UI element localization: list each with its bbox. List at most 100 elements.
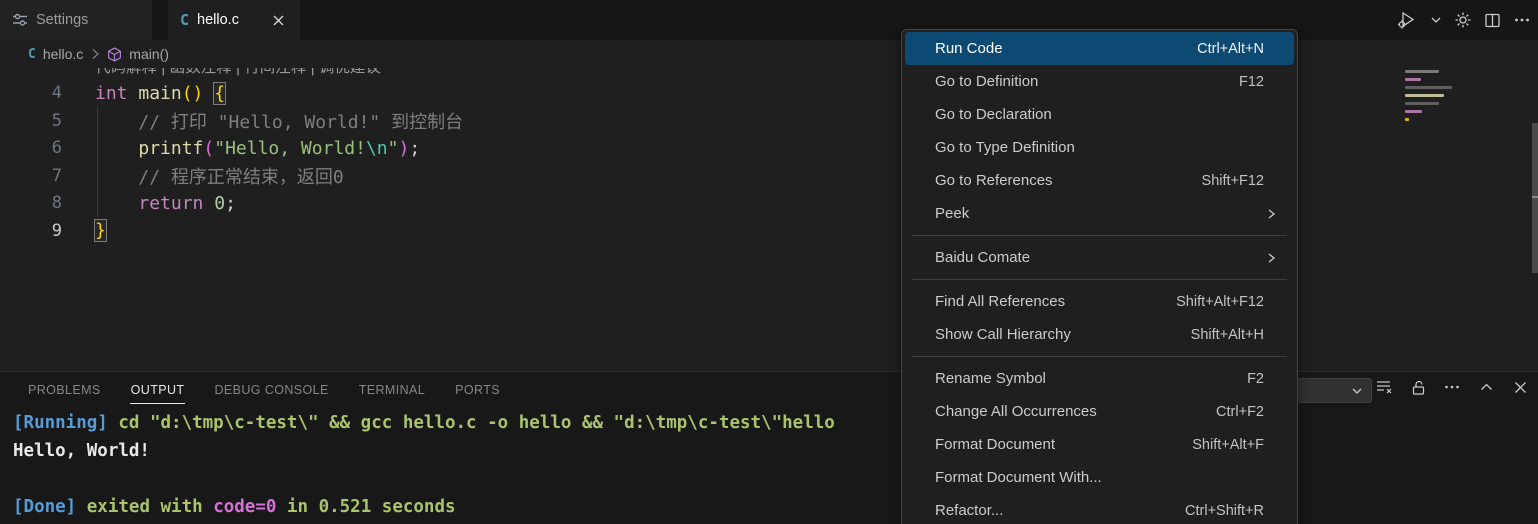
bottom-panel: PROBLEMS OUTPUT DEBUG CONSOLE TERMINAL PORTS xyxy=(0,371,1538,524)
code-line-5[interactable]: 5 // 打印 "Hello, World!" 到控制台 xyxy=(0,107,1538,135)
editor-scrollbar[interactable] xyxy=(1532,123,1538,273)
panel-tab-ports[interactable]: PORTS xyxy=(454,375,501,403)
menu-item-show-call-hierarchy[interactable]: Show Call HierarchyShift+Alt+H xyxy=(905,318,1294,351)
run-dropdown-chevron-icon[interactable] xyxy=(1427,7,1445,33)
menu-item-format-document[interactable]: Format DocumentShift+Alt+F xyxy=(905,428,1294,461)
line-text: // 打印 "Hello, World!" 到控制台 xyxy=(62,108,463,134)
minimap-line xyxy=(1405,110,1422,113)
line-text: } xyxy=(62,220,106,241)
breadcrumb-symbol[interactable]: main() xyxy=(129,46,169,62)
menu-separator xyxy=(912,356,1287,357)
minimap-line xyxy=(1405,94,1444,97)
menu-item-shortcut: Ctrl+F2 xyxy=(1216,404,1264,420)
code-line-8[interactable]: 8 return 0; xyxy=(0,190,1538,218)
code-line-9[interactable]: 9} xyxy=(0,217,1538,245)
panel-tab-output[interactable]: OUTPUT xyxy=(130,375,186,404)
menu-item-shortcut: Shift+Alt+F12 xyxy=(1176,294,1264,310)
breadcrumb-file[interactable]: hello.c xyxy=(43,46,83,62)
code-token: () xyxy=(182,83,204,104)
more-actions-icon[interactable] xyxy=(1510,7,1534,33)
minimap-line xyxy=(1405,102,1439,105)
code-token xyxy=(203,83,214,104)
menu-item-go-to-type-definition[interactable]: Go to Type Definition xyxy=(905,131,1294,164)
output-token: cd "d:\tmp\c-test\" && gcc hello.c -o he… xyxy=(118,413,834,433)
code-token: main xyxy=(138,83,181,104)
code-token: printf xyxy=(138,138,203,159)
minimap[interactable] xyxy=(1405,70,1465,126)
code-token: ; xyxy=(409,138,420,159)
menu-item-shortcut: F12 xyxy=(1239,74,1264,90)
menu-item-label: Peek xyxy=(935,205,969,222)
menu-item-go-to-references[interactable]: Go to ReferencesShift+F12 xyxy=(905,164,1294,197)
menu-item-go-to-definition[interactable]: Go to DefinitionF12 xyxy=(905,65,1294,98)
code-token: { xyxy=(214,83,225,104)
panel-actions xyxy=(1372,375,1532,399)
menu-item-label: Go to References xyxy=(935,172,1053,189)
maximize-panel-icon[interactable] xyxy=(1474,375,1498,399)
code-token xyxy=(203,193,214,214)
code-token: ( xyxy=(203,138,214,159)
method-symbol-icon xyxy=(107,47,122,62)
code-token xyxy=(95,112,138,133)
editor-context-menu: Run CodeCtrl+Alt+NGo to DefinitionF12 Go … xyxy=(901,29,1298,524)
menu-item-find-all-references[interactable]: Find All References Shift+Alt+F12 xyxy=(905,285,1294,318)
menu-item-refactor[interactable]: Refactor...Ctrl+Shift+R xyxy=(905,494,1294,524)
panel-tab-terminal[interactable]: TERMINAL xyxy=(358,375,426,403)
menu-item-go-to-declaration[interactable]: Go to Declaration xyxy=(905,98,1294,131)
run-code-button[interactable] xyxy=(1393,7,1421,33)
close-panel-icon[interactable] xyxy=(1508,375,1532,399)
chevron-down-icon xyxy=(1351,385,1363,397)
menu-item-peek[interactable]: Peek xyxy=(905,197,1294,230)
indent-guide xyxy=(97,107,98,217)
code-editor[interactable]: 代码解释 | 函数注释 | 行间注释 | 调优建议4int main() {5 … xyxy=(0,68,1538,371)
menu-item-shortcut: Ctrl+Alt+N xyxy=(1197,41,1264,57)
menu-item-run-code[interactable]: Run CodeCtrl+Alt+N xyxy=(905,32,1294,65)
menu-item-label: Format Document With... xyxy=(935,469,1102,486)
more-actions-icon[interactable] xyxy=(1440,375,1464,399)
line-number: 8 xyxy=(0,193,62,213)
line-text: return 0; xyxy=(62,193,236,214)
menu-item-rename-symbol[interactable]: Rename SymbolF2 xyxy=(905,362,1294,395)
code-line-6[interactable]: 6 printf("Hello, World!\n"); xyxy=(0,135,1538,163)
code-token xyxy=(128,83,139,104)
panel-tab-debug-console[interactable]: DEBUG CONSOLE xyxy=(213,375,329,403)
code-token xyxy=(95,193,138,214)
menu-item-shortcut: Ctrl+Shift+R xyxy=(1185,503,1264,519)
chevron-right-icon xyxy=(90,48,100,60)
code-line-7[interactable]: 7 // 程序正常结束，返回0 xyxy=(0,162,1538,190)
line-text: int main() { xyxy=(62,83,225,104)
line-number: 6 xyxy=(0,138,62,158)
menu-item-format-document-with[interactable]: Format Document With... xyxy=(905,461,1294,494)
codelens-line[interactable]: 代码解释 | 函数注释 | 行间注释 | 调优建议 xyxy=(0,68,1538,80)
line-number: 5 xyxy=(0,111,62,131)
code-token: 0 xyxy=(214,193,225,214)
menu-item-label: Find All References xyxy=(935,293,1065,310)
menu-item-shortcut: F2 xyxy=(1247,371,1264,387)
code-line-4[interactable]: 4int main() { xyxy=(0,80,1538,108)
tab-hello-c[interactable]: C hello.c xyxy=(168,0,300,40)
code-token: ; xyxy=(225,193,236,214)
submenu-chevron-icon xyxy=(1264,251,1278,265)
menu-item-baidu-comate[interactable]: Baidu Comate xyxy=(905,241,1294,274)
tab-settings[interactable]: Settings xyxy=(0,0,152,40)
menu-item-label: Format Document xyxy=(935,436,1055,453)
tab-close-icon[interactable] xyxy=(268,10,288,30)
output-token: code=0 xyxy=(213,497,276,517)
output-token: in 0.521 seconds xyxy=(276,497,455,517)
unlock-icon[interactable] xyxy=(1406,375,1430,399)
code-token: int xyxy=(95,83,128,104)
code-token: // 打印 "Hello, World!" 到控制台 xyxy=(138,112,463,133)
code-token: \n xyxy=(366,138,388,159)
menu-item-shortcut: Shift+Alt+H xyxy=(1191,327,1264,343)
minimap-line xyxy=(1405,118,1409,121)
line-number: 9 xyxy=(0,221,62,241)
code-token: " xyxy=(388,138,399,159)
menu-item-change-all-occurrences[interactable]: Change All OccurrencesCtrl+F2 xyxy=(905,395,1294,428)
gear-icon[interactable] xyxy=(1451,7,1475,33)
code-token: "Hello, World! xyxy=(214,138,366,159)
clear-output-icon[interactable] xyxy=(1372,375,1396,399)
split-editor-icon[interactable] xyxy=(1481,7,1504,33)
menu-item-label: Go to Declaration xyxy=(935,106,1052,123)
panel-tab-problems[interactable]: PROBLEMS xyxy=(27,375,102,403)
settings-sliders-icon xyxy=(12,12,28,28)
